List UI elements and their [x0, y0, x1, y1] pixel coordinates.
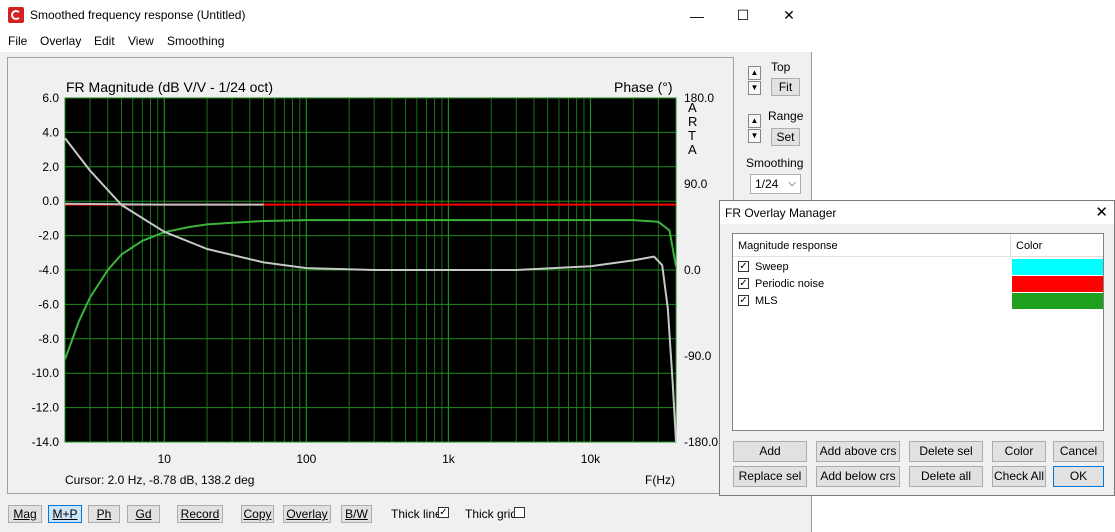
- overlay-color-swatch[interactable]: [1012, 276, 1103, 292]
- thick-line-label: Thick line: [391, 507, 442, 521]
- top-spin-down[interactable]: ▼: [748, 81, 761, 95]
- overlay-label: Periodic noise: [755, 278, 825, 290]
- x-tick-label: 1k: [442, 452, 456, 466]
- overlay-manager-title-bar[interactable]: FR Overlay Manager ✕: [720, 201, 1114, 224]
- overlay-checkbox[interactable]: ✓: [738, 295, 749, 306]
- arta-app-icon: [8, 7, 24, 23]
- overlay-row-mls[interactable]: ✓ MLS: [733, 293, 1103, 310]
- x-tick-label: 100: [296, 452, 316, 466]
- main-window: Smoothed frequency response (Untitled) —…: [0, 0, 812, 532]
- cancel-button[interactable]: Cancel: [1053, 441, 1104, 462]
- bw-button[interactable]: B/W: [341, 505, 372, 523]
- fit-button[interactable]: Fit: [771, 78, 800, 96]
- phase-button[interactable]: Ph: [88, 505, 120, 523]
- y-tick-label: -12.0: [32, 401, 60, 415]
- top-spin-up[interactable]: ▲: [748, 66, 761, 80]
- overlay-color-swatch[interactable]: [1012, 293, 1103, 309]
- overlay-list-header: Magnitude response Color: [733, 234, 1103, 257]
- overlay-color-swatch[interactable]: [1012, 259, 1103, 275]
- menu-overlay[interactable]: Overlay: [40, 34, 81, 48]
- overlay-list[interactable]: Magnitude response Color ✓ Sweep ✓ Perio…: [732, 233, 1104, 431]
- add-above-cursor-button[interactable]: Add above crs: [816, 441, 900, 462]
- frequency-response-chart[interactable]: 6.0 4.0 2.0 0.0 -2.0 -4.0 -6.0 -8.0 -10.0 -12.0 -1…: [7, 57, 734, 494]
- y-tick-label: -4.0: [38, 263, 59, 277]
- delete-selected-button[interactable]: Delete sel: [909, 441, 983, 462]
- chevron-down-icon: ⌵: [788, 178, 796, 189]
- range-label: Range: [768, 109, 804, 123]
- mag-button[interactable]: Mag: [8, 505, 42, 523]
- overlay-button[interactable]: Overlay: [283, 505, 331, 523]
- y-tick-label: 6.0: [42, 91, 59, 105]
- smoothing-label: Smoothing: [746, 156, 804, 170]
- x-tick-label: 10: [158, 452, 172, 466]
- plot-panel: FR Magnitude (dB V/V - 1/24 oct) Phase (…: [7, 57, 734, 494]
- menu-bar: File Overlay Edit View Smoothing: [0, 31, 812, 52]
- y-tick-label: -2.0: [38, 229, 59, 243]
- overlay-row-sweep[interactable]: ✓ Sweep: [733, 259, 1103, 276]
- ok-button[interactable]: OK: [1053, 466, 1104, 487]
- y-tick-label: -6.0: [38, 297, 59, 311]
- thick-line-checkbox[interactable]: ✓: [438, 507, 449, 518]
- close-button[interactable]: ✕: [766, 0, 812, 31]
- y2-tick-label: -90.0: [684, 349, 712, 363]
- copy-button[interactable]: Copy: [241, 505, 274, 523]
- overlay-checkbox[interactable]: ✓: [738, 278, 749, 289]
- set-button[interactable]: Set: [771, 128, 800, 146]
- overlay-label: MLS: [755, 295, 778, 307]
- menu-edit[interactable]: Edit: [94, 34, 115, 48]
- replace-selected-button[interactable]: Replace sel: [733, 466, 807, 487]
- maximize-button[interactable]: ☐: [720, 0, 766, 31]
- minimize-button[interactable]: —: [674, 0, 720, 31]
- add-button[interactable]: Add: [733, 441, 807, 462]
- window-title: Smoothed frequency response (Untitled): [30, 8, 246, 22]
- range-spin-up[interactable]: ▲: [748, 114, 761, 128]
- y2-tick-label: 0.0: [684, 263, 701, 277]
- col-header-color[interactable]: Color: [1016, 240, 1042, 252]
- y2-tick-label: 180.0: [684, 91, 714, 105]
- close-icon[interactable]: ✕: [1095, 203, 1108, 221]
- y-tick-label: 2.0: [42, 160, 59, 174]
- col-header-response[interactable]: Magnitude response: [738, 240, 838, 252]
- top-label: Top: [771, 60, 791, 74]
- y-tick-label: -14.0: [32, 435, 60, 449]
- delete-all-button[interactable]: Delete all: [909, 466, 983, 487]
- color-button[interactable]: Color: [992, 441, 1046, 462]
- y-tick-label: 0.0: [42, 194, 59, 208]
- overlay-checkbox[interactable]: ✓: [738, 261, 749, 272]
- y-tick-label: 4.0: [42, 125, 59, 139]
- mag-phase-button[interactable]: M+P: [48, 505, 82, 523]
- menu-view[interactable]: View: [128, 34, 154, 48]
- x-tick-label: 10k: [581, 452, 601, 466]
- overlay-manager-dialog: FR Overlay Manager ✕ Magnitude response …: [719, 200, 1115, 496]
- range-spin-down[interactable]: ▼: [748, 129, 761, 143]
- overlay-manager-title: FR Overlay Manager: [725, 206, 837, 220]
- smoothing-select[interactable]: 1/24 ⌵: [750, 174, 801, 194]
- menu-file[interactable]: File: [8, 34, 27, 48]
- y2-tick-label: -180.0: [684, 435, 718, 449]
- thick-grid-checkbox[interactable]: [514, 507, 525, 518]
- thick-grid-label: Thick grid: [465, 507, 518, 521]
- y-tick-label: -10.0: [32, 366, 60, 380]
- y2-tick-label: 90.0: [684, 177, 708, 191]
- check-all-button[interactable]: Check All: [992, 466, 1046, 487]
- y-tick-label: -8.0: [38, 332, 59, 346]
- title-bar[interactable]: Smoothed frequency response (Untitled) —…: [0, 0, 812, 31]
- overlay-row-periodic-noise[interactable]: ✓ Periodic noise: [733, 276, 1103, 293]
- overlay-label: Sweep: [755, 261, 789, 273]
- record-button[interactable]: Record: [177, 505, 223, 523]
- menu-smoothing[interactable]: Smoothing: [167, 34, 224, 48]
- smoothing-select-value: 1/24: [755, 177, 779, 191]
- group-delay-button[interactable]: Gd: [127, 505, 160, 523]
- series-line: [64, 202, 264, 206]
- add-below-cursor-button[interactable]: Add below crs: [816, 466, 900, 487]
